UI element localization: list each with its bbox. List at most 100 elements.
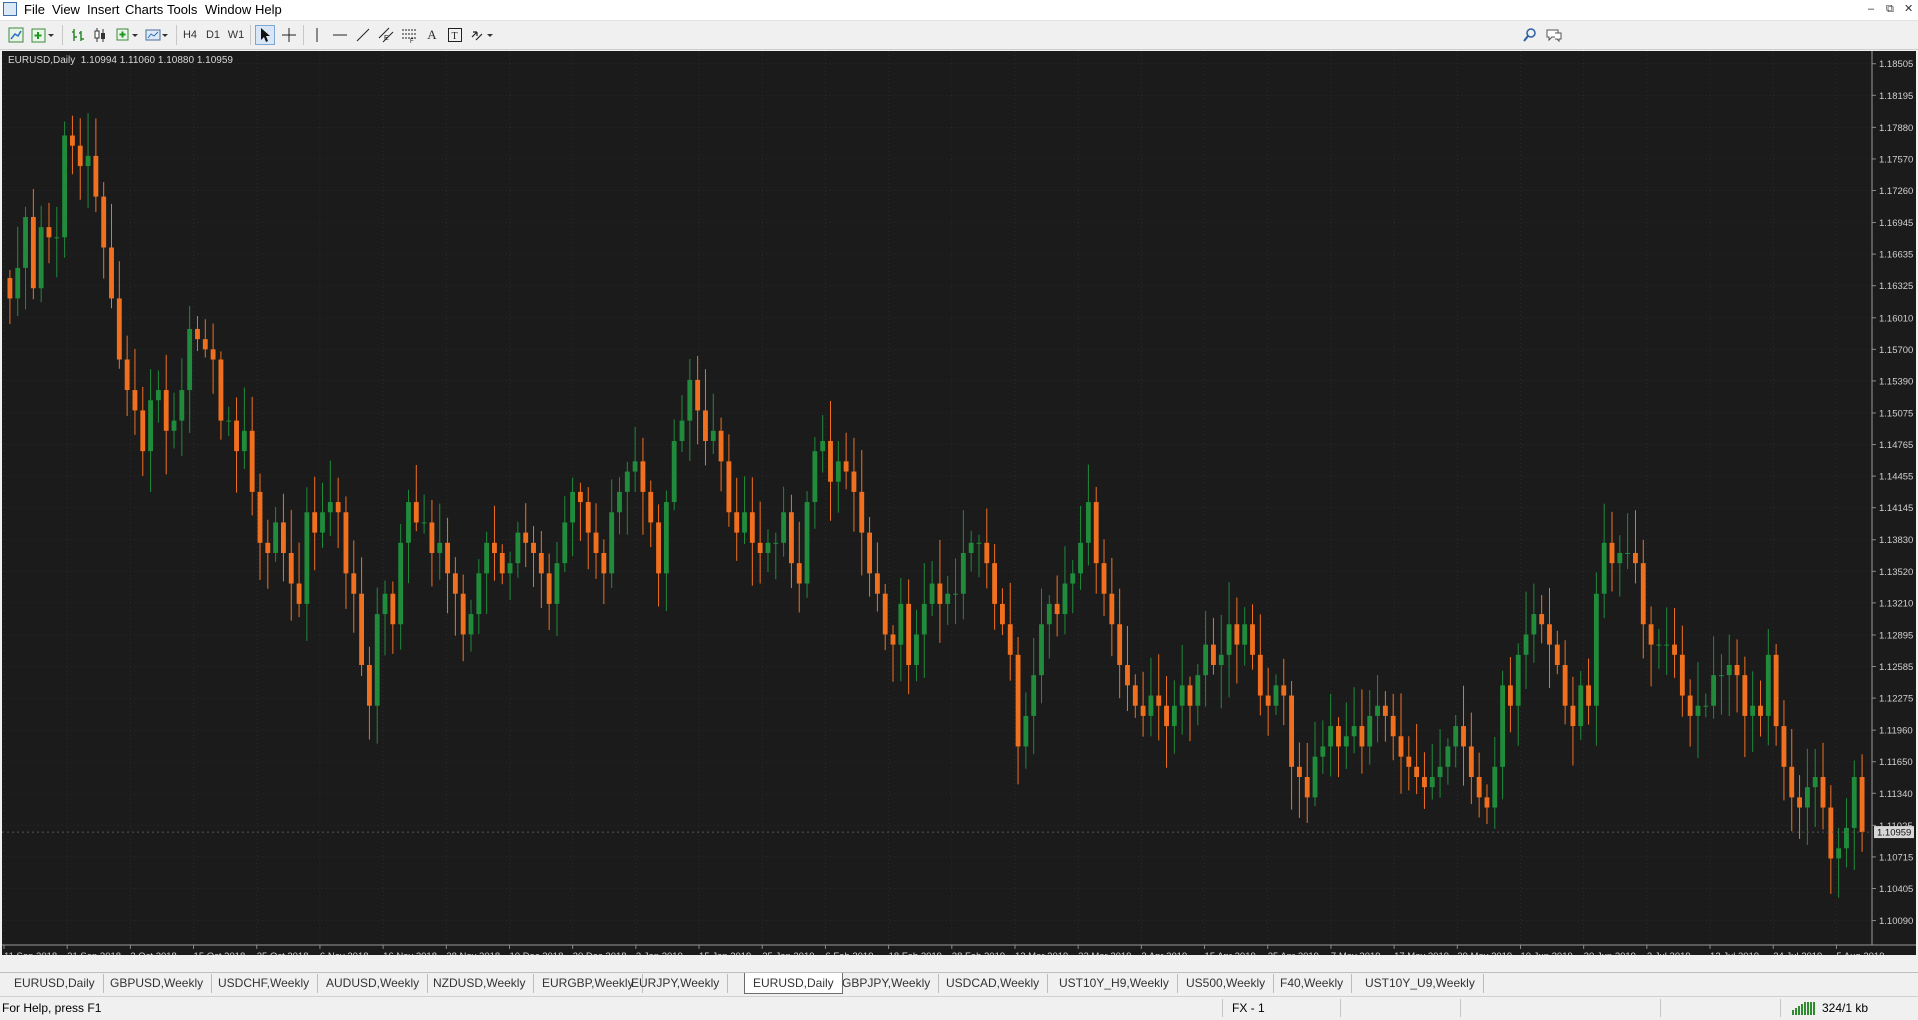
cursor-icon[interactable] xyxy=(255,25,275,45)
tab-audusd-weekly[interactable]: AUDUSD,Weekly xyxy=(318,974,429,993)
candle-body xyxy=(1023,715,1029,747)
candle-body xyxy=(632,461,638,472)
candle-body xyxy=(116,298,122,360)
zoom-icon[interactable] xyxy=(114,25,140,45)
crosshair-icon[interactable] xyxy=(279,25,299,45)
candle-body xyxy=(1765,654,1771,716)
svg-text:T: T xyxy=(452,31,458,42)
menu-window[interactable]: Window xyxy=(203,2,253,18)
y-tick-label: 1.11340 xyxy=(1879,789,1913,800)
x-tick-label: 3 Oct 2018 xyxy=(130,951,176,955)
candle-body xyxy=(1078,542,1084,574)
candle-body xyxy=(1046,603,1052,625)
candle-body xyxy=(1336,726,1341,747)
candle-body xyxy=(929,583,935,604)
candle-body xyxy=(1750,705,1756,716)
y-tick-label: 1.10090 xyxy=(1879,916,1913,927)
candle-body xyxy=(1789,766,1795,798)
chat-icon[interactable] xyxy=(1544,25,1564,45)
y-tick-label: 1.15075 xyxy=(1879,408,1913,419)
status-separator xyxy=(1340,999,1341,1017)
toolbar-separator xyxy=(303,25,304,45)
equidistant-channel-icon[interactable]: E xyxy=(376,25,396,45)
candle-body xyxy=(1296,766,1302,777)
new-chart-icon[interactable] xyxy=(6,25,26,45)
tab-us500-weekly[interactable]: US500,Weekly xyxy=(1178,974,1275,993)
menu-insert[interactable]: Insert xyxy=(85,2,122,18)
timeframe-d1[interactable]: D1 xyxy=(203,25,223,45)
candle-body xyxy=(1804,787,1810,808)
menu-view[interactable]: View xyxy=(50,2,82,18)
y-tick-label: 1.10715 xyxy=(1879,852,1913,863)
close-icon[interactable]: ✕ xyxy=(1904,2,1913,16)
text-icon[interactable]: A xyxy=(422,25,442,45)
chart-area[interactable]: 1.18505 1.18195 1.17880 1.17570 1.17260 1.169… xyxy=(2,51,1916,955)
candle-body xyxy=(523,532,529,543)
bar-chart-icon[interactable] xyxy=(68,25,88,45)
tab-usdcad-weekly[interactable]: USDCAD,Weekly xyxy=(938,974,1049,993)
candle-body xyxy=(7,278,13,299)
candle-body xyxy=(296,583,302,604)
candle-body xyxy=(1625,552,1631,554)
tab-f40-weekly[interactable]: F40,Weekly xyxy=(1272,974,1353,993)
candle-body xyxy=(1554,644,1560,665)
tab-nzdusd-weekly[interactable]: NZDUSD,Weekly xyxy=(425,974,535,993)
horizontal-line-icon[interactable] xyxy=(330,25,350,45)
y-tick-label: 1.16010 xyxy=(1879,313,1913,324)
candle-body xyxy=(1203,644,1209,676)
candle-body xyxy=(202,339,208,350)
tab-usdchf-weekly[interactable]: USDCHF,Weekly xyxy=(210,974,319,993)
toolbar: H4 D1 W1 E F A T xyxy=(0,21,1918,50)
tab-gbpusd-weekly[interactable]: GBPUSD,Weekly xyxy=(102,974,213,993)
candle-body xyxy=(351,573,357,594)
candle-body xyxy=(1453,726,1459,747)
candle-body xyxy=(281,522,286,553)
tab-ust10y-h9-weekly[interactable]: UST10Y_H9,Weekly xyxy=(1051,974,1178,993)
candle-body xyxy=(937,583,943,604)
minimize-icon[interactable]: – xyxy=(1868,2,1874,16)
candle-body xyxy=(1164,705,1169,727)
candle-body xyxy=(62,135,68,238)
menu-tools[interactable]: Tools xyxy=(165,2,199,18)
menu-file[interactable]: File xyxy=(22,2,47,18)
timeframe-w1[interactable]: W1 xyxy=(226,25,246,45)
candle-body xyxy=(742,512,747,533)
search-icon[interactable] xyxy=(1520,25,1540,45)
tab-ust10y-u9-weekly[interactable]: UST10Y_U9,Weekly xyxy=(1357,974,1484,993)
candle-body xyxy=(624,471,630,492)
candle-body xyxy=(1562,664,1568,706)
candle-body xyxy=(960,552,966,594)
candle-body xyxy=(1218,654,1224,665)
y-tick-label: 1.13830 xyxy=(1879,535,1913,546)
fibonacci-icon[interactable]: F xyxy=(399,25,419,45)
candle-body xyxy=(820,440,826,452)
candlestick-icon[interactable] xyxy=(90,25,110,45)
template-icon[interactable] xyxy=(144,25,170,45)
x-tick-label: 22 Mar 2019 xyxy=(1078,951,1131,955)
tab-eurusd-daily[interactable]: EURUSD,Daily xyxy=(6,974,104,993)
x-tick-label: 16 Nov 2018 xyxy=(383,951,437,955)
candle-body xyxy=(1265,695,1271,706)
text-label-icon[interactable]: T xyxy=(445,25,465,45)
tab-eurusd-daily[interactable]: EURUSD,Daily xyxy=(744,973,843,994)
add-icon[interactable] xyxy=(30,25,56,45)
tab-eurjpy-weekly[interactable]: EURJPY,Weekly xyxy=(623,974,729,993)
symbol-info: EURUSD,Daily 1.10994 1.11060 1.10880 1.1… xyxy=(8,55,233,66)
restore-icon[interactable]: ⧉ xyxy=(1886,2,1894,16)
x-tick-label: 15 Apr 2019 xyxy=(1205,951,1256,955)
vertical-line-icon[interactable] xyxy=(307,25,327,45)
trendline-icon[interactable] xyxy=(353,25,373,45)
candle-body xyxy=(155,390,161,401)
chart-canvas[interactable]: 1.18505 1.18195 1.17880 1.17570 1.17260 1.169… xyxy=(2,51,1916,955)
menu-charts[interactable]: Charts xyxy=(123,2,165,18)
tab-gbpjpy-weekly[interactable]: GBPJPY,Weekly xyxy=(834,974,940,993)
arrows-icon[interactable] xyxy=(469,25,495,45)
candle-body xyxy=(1211,644,1216,665)
menu-help[interactable]: Help xyxy=(253,2,284,18)
candle-body xyxy=(648,491,654,523)
candle-body xyxy=(804,502,810,584)
timeframe-h4[interactable]: H4 xyxy=(180,25,200,45)
candle-body xyxy=(1179,685,1185,706)
status-bar: For Help, press F1 FX - 1 324/1 kb xyxy=(0,996,1918,1020)
candle-body xyxy=(312,512,318,533)
